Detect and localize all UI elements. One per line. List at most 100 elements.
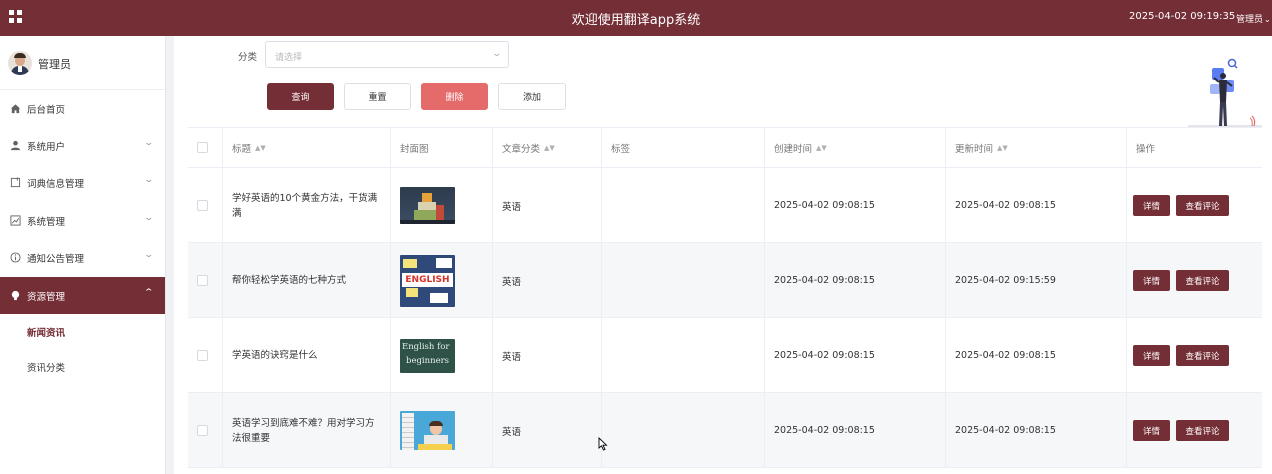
view-comments-button[interactable]: 查看评论: [1176, 195, 1229, 216]
category-select[interactable]: 请选择 ⌄: [265, 41, 509, 68]
row-actions: 详情 查看评论: [1127, 393, 1262, 468]
column-header-label: 文章分类: [502, 143, 541, 155]
row-cover-cell: English for beginners: [391, 318, 493, 393]
row-actions: 详情 查看评论: [1127, 243, 1262, 318]
thumb-chalkboard-line-1: English for: [402, 341, 450, 352]
view-comments-button[interactable]: 查看评论: [1176, 270, 1229, 291]
row-created-time: 2025-04-02 09:08:15: [765, 318, 946, 393]
sidebar-item-home[interactable]: 后台首页: [0, 90, 165, 127]
column-header-label: 更新时间: [955, 143, 994, 155]
row-select-cell: [188, 243, 223, 318]
row-title: 学好英语的10个黄金方法，干货满满: [223, 168, 391, 243]
column-header-label: 创建时间: [774, 143, 813, 155]
top-bar: 欢迎使用翻译app系统 2025-04-02 09:19:35 管理员⌄: [0, 0, 1272, 36]
column-header-category[interactable]: 文章分类 ▲▼: [493, 128, 602, 168]
row-category: 英语: [493, 243, 602, 318]
row-cover-cell: [391, 168, 493, 243]
row-updated-time: 2025-04-02 09:15:59: [946, 243, 1127, 318]
row-checkbox[interactable]: [197, 275, 208, 286]
row-category: 英语: [493, 168, 602, 243]
row-select-cell: [188, 168, 223, 243]
chevron-down-icon: ⌄: [491, 49, 503, 59]
chevron-down-icon: ⌄: [1264, 15, 1271, 24]
thumb-english-text: ENGLISH: [402, 272, 453, 287]
sidebar-item-notices[interactable]: 通知公告管理 ⌄: [0, 239, 165, 276]
chevron-up-icon: ⌃: [143, 288, 155, 298]
thumb-chalkboard-line-2: beginners: [406, 355, 450, 366]
row-updated-time: 2025-04-02 09:08:15: [946, 168, 1127, 243]
column-header-label: 操作: [1136, 143, 1156, 155]
row-tag: [602, 243, 765, 318]
row-created-time: 2025-04-02 09:08:15: [765, 393, 946, 468]
row-checkbox[interactable]: [197, 350, 208, 361]
sidebar-user-name: 管理员: [38, 58, 71, 71]
sort-icon[interactable]: ▲▼: [997, 144, 1008, 152]
table-row: 学英语的诀窍是什么 English for beginners 英语 2025-…: [188, 318, 1262, 393]
mouse-cursor-icon: [598, 437, 608, 451]
current-datetime: 2025-04-02 09:19:35: [1129, 11, 1236, 22]
column-header-label: 标签: [611, 143, 631, 155]
detail-button[interactable]: 详情: [1133, 420, 1170, 441]
detail-button[interactable]: 详情: [1133, 345, 1170, 366]
sidebar-item-resources[interactable]: 资源管理 ⌃: [0, 277, 165, 314]
sidebar-subitem-news[interactable]: 新闻资讯: [27, 325, 65, 339]
thumb-kid-books-icon: [400, 411, 455, 450]
row-cover-cell: [391, 393, 493, 468]
search-illustration-icon: [1188, 58, 1262, 127]
sidebar-item-label: 通知公告管理: [27, 254, 85, 265]
sort-icon[interactable]: ▲▼: [816, 144, 827, 152]
user-menu[interactable]: 管理员⌄: [1236, 12, 1271, 25]
row-updated-time: 2025-04-02 09:08:15: [946, 318, 1127, 393]
detail-button[interactable]: 详情: [1133, 270, 1170, 291]
row-actions: 详情 查看评论: [1127, 168, 1262, 243]
sort-icon[interactable]: ▲▼: [544, 144, 555, 152]
thumb-blocks-icon: [400, 187, 455, 224]
select-all-cell: [188, 128, 223, 168]
select-all-checkbox[interactable]: [197, 142, 208, 153]
row-category: 英语: [493, 318, 602, 393]
column-header-created[interactable]: 创建时间 ▲▼: [765, 128, 946, 168]
row-category: 英语: [493, 393, 602, 468]
sidebar-subitem-news-category[interactable]: 资讯分类: [27, 360, 65, 374]
row-select-cell: [188, 318, 223, 393]
chevron-down-icon: ⌄: [143, 138, 155, 148]
view-comments-button[interactable]: 查看评论: [1176, 345, 1229, 366]
sort-icon[interactable]: ▲▼: [255, 144, 266, 152]
add-button[interactable]: 添加: [498, 83, 566, 110]
chevron-down-icon: ⌄: [143, 250, 155, 260]
query-button[interactable]: 查询: [267, 83, 334, 110]
table-row: 帮你轻松学英语的七种方式 ENGLISH 英语 2025-04-02 09:08…: [188, 243, 1262, 318]
user-icon: [10, 140, 21, 151]
column-header-title[interactable]: 标题 ▲▼: [223, 128, 391, 168]
row-tag: [602, 393, 765, 468]
reset-button[interactable]: 重置: [344, 83, 411, 110]
row-created-time: 2025-04-02 09:08:15: [765, 168, 946, 243]
category-filter-label: 分类: [238, 52, 258, 63]
info-icon: [10, 252, 21, 263]
chevron-down-icon: ⌄: [143, 213, 155, 223]
table-row: 学好英语的10个黄金方法，干货满满 英语 2025-04-02 09:08:15…: [188, 168, 1262, 243]
delete-button[interactable]: 删除: [421, 83, 488, 110]
thumb-english-icon: ENGLISH: [400, 254, 455, 307]
row-tag: [602, 318, 765, 393]
sidebar-item-label: 系统用户: [27, 142, 66, 153]
avatar: [8, 51, 32, 75]
sidebar-item-system-users[interactable]: 系统用户 ⌄: [0, 127, 165, 164]
detail-button[interactable]: 详情: [1133, 195, 1170, 216]
row-checkbox[interactable]: [197, 200, 208, 211]
sidebar-item-label: 词典信息管理: [27, 179, 85, 190]
chevron-down-icon: ⌄: [143, 175, 155, 185]
sidebar-item-system-management[interactable]: 系统管理 ⌄: [0, 202, 165, 239]
sidebar-item-dictionary[interactable]: 词典信息管理 ⌄: [0, 164, 165, 201]
bulb-icon: [11, 290, 20, 301]
category-select-placeholder: 请选择: [275, 53, 303, 63]
row-checkbox[interactable]: [197, 425, 208, 436]
column-header-actions: 操作: [1127, 128, 1262, 168]
sidebar-item-label: 后台首页: [27, 105, 66, 116]
column-header-updated[interactable]: 更新时间 ▲▼: [946, 128, 1127, 168]
user-menu-label: 管理员: [1236, 15, 1264, 25]
sidebar-item-label: 系统管理: [27, 217, 66, 228]
view-comments-button[interactable]: 查看评论: [1176, 420, 1229, 441]
home-icon: [10, 104, 21, 114]
row-tag: [602, 168, 765, 243]
